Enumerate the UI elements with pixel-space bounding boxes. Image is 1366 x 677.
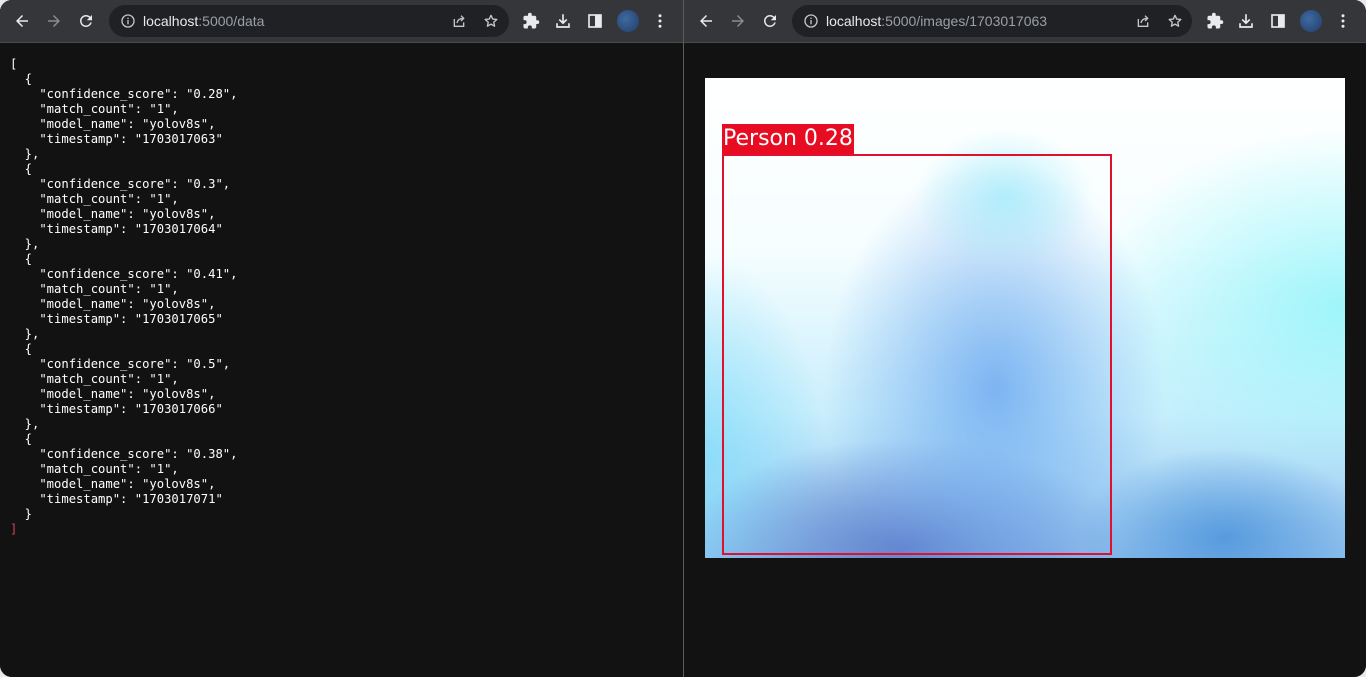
browser-toolbar: localhost:5000/images/1703017063 [684,0,1366,43]
profile-avatar[interactable] [1300,10,1322,32]
forward-icon [48,15,60,27]
url-text: localhost:5000/data [143,5,264,37]
detection-label: Person 0.28 [722,124,854,154]
side-panel-icon [588,14,602,28]
bookmark-star-icon[interactable] [1166,12,1184,30]
json-response-view[interactable]: [ { "confidence_score": "0.28", "match_c… [10,57,237,537]
side-panel-icon [1271,14,1285,28]
left-browser-window: localhost:5000/data [ {"confidence_scor… [0,0,683,677]
browser-toolbar: localhost:5000/data [0,0,683,43]
download-icon [556,14,570,28]
site-info-icon[interactable] [802,12,820,30]
reload-button[interactable] [73,8,99,34]
back-icon [700,15,712,27]
screen: localhost:5000/data [ {"confidence_scor… [0,0,1366,677]
download-icon [1239,14,1253,28]
url-host: localhost [826,13,882,29]
json-closing-bracket: ] [10,522,18,536]
reload-icon [763,14,776,27]
downloads-button[interactable] [550,8,576,34]
more-menu-button[interactable] [1330,8,1356,34]
side-panel-button[interactable] [1265,8,1291,34]
url-path: :5000/images/1703017063 [881,13,1048,29]
reload-button[interactable] [757,8,783,34]
profile-avatar[interactable] [617,10,639,32]
site-info-icon[interactable] [119,12,137,30]
side-panel-button[interactable] [582,8,608,34]
back-button[interactable] [9,8,35,34]
extensions-icon [523,12,540,29]
extensions-button[interactable] [518,8,544,34]
right-browser-window: localhost:5000/images/1703017063 Person … [684,0,1366,677]
back-button[interactable] [693,8,719,34]
share-icon[interactable] [1134,12,1152,30]
url-text: localhost:5000/images/1703017063 [826,5,1047,37]
address-bar[interactable]: localhost:5000/images/1703017063 [792,5,1192,37]
share-icon[interactable] [450,12,468,30]
extensions-icon [1207,12,1224,29]
forward-button[interactable] [41,8,67,34]
forward-icon [732,15,744,27]
json-text: [ { "confidence_score": "0.28", "match_c… [10,57,238,521]
detection-image: Person 0.28 [705,78,1345,558]
extensions-button[interactable] [1202,8,1228,34]
more-menu-button[interactable] [647,8,673,34]
reload-icon [79,14,92,27]
detection-bounding-box [722,154,1112,555]
more-menu-icon [658,14,662,28]
address-bar[interactable]: localhost:5000/data [109,5,509,37]
back-icon [16,15,28,27]
bookmark-star-icon[interactable] [482,12,500,30]
url-host: localhost [143,13,199,29]
forward-button[interactable] [725,8,751,34]
more-menu-icon [1341,14,1345,28]
downloads-button[interactable] [1233,8,1259,34]
url-path: :5000/data [198,13,265,29]
